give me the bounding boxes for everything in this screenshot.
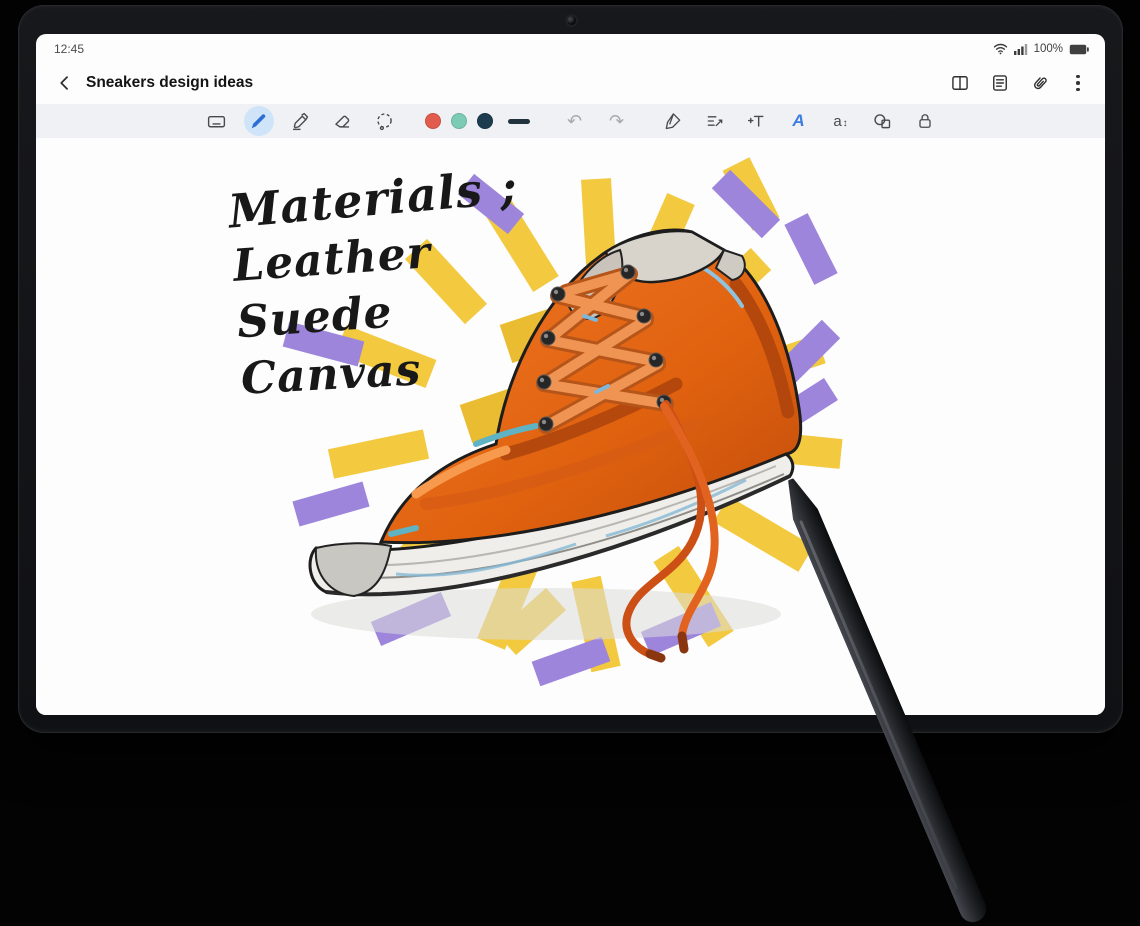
stroke-width-button[interactable] — [504, 106, 534, 136]
pen-icon — [251, 113, 266, 128]
convert-to-text-icon — [747, 115, 764, 127]
favorite-pens-button[interactable] — [658, 106, 688, 136]
battery-icon — [1069, 44, 1089, 55]
favorite-pens-icon — [665, 113, 680, 130]
auto-straighten-icon — [707, 116, 722, 127]
auto-straighten-button[interactable] — [700, 106, 730, 136]
color-swatch-navy[interactable] — [476, 113, 493, 129]
keyboard-icon — [207, 115, 226, 127]
undo-icon: ↶ — [566, 111, 583, 131]
appbar-actions — [945, 68, 1091, 98]
status-bar: 12:45 100% — [36, 34, 1105, 62]
shapes-icon — [874, 113, 891, 128]
eraser-tool-button[interactable] — [328, 106, 358, 136]
redo-button[interactable]: ↷ — [602, 106, 632, 136]
app-bar: Sneakers design ideas — [36, 62, 1105, 104]
paperclip-icon — [1034, 77, 1047, 90]
split-view-button[interactable] — [945, 68, 975, 98]
assist-a-icon: A — [792, 111, 805, 130]
highlighter-tool-button[interactable] — [286, 106, 316, 136]
pen-tool-button[interactable] — [243, 106, 274, 136]
attach-button[interactable] — [1025, 68, 1055, 98]
screen: 12:45 100% Sneakers design ideas ↶ ↷ A a… — [36, 34, 1105, 715]
redo-icon: ↷ — [608, 111, 625, 131]
battery-percent: 100% — [1033, 43, 1063, 55]
clock: 12:45 — [54, 42, 85, 56]
lock-icon — [918, 114, 931, 128]
lasso-tool-button[interactable] — [370, 106, 400, 136]
wifi-icon — [993, 43, 1008, 55]
page-list-icon — [993, 75, 1007, 91]
back-button[interactable] — [48, 66, 82, 100]
color-swatch-red[interactable] — [424, 113, 441, 129]
assist-button[interactable]: A — [784, 106, 814, 136]
signal-icon — [1013, 43, 1028, 55]
page-lock-button[interactable] — [910, 106, 940, 136]
lasso-icon — [377, 112, 392, 130]
front-camera — [567, 16, 576, 25]
page-list-button[interactable] — [985, 68, 1015, 98]
highlighter-icon — [293, 112, 309, 130]
stroke-width-icon — [507, 118, 530, 124]
keyboard-button[interactable] — [202, 106, 232, 136]
text-size-icon: a ↕ — [833, 112, 848, 130]
undo-button[interactable]: ↶ — [560, 106, 590, 136]
tablet-frame: 12:45 100% Sneakers design ideas ↶ ↷ A a… — [18, 5, 1123, 733]
handwriting-line-3: Suede — [235, 286, 395, 349]
convert-to-text-button[interactable] — [742, 106, 772, 136]
eraser-icon — [335, 115, 350, 128]
color-swatch-teal[interactable] — [450, 113, 467, 129]
text-size-button[interactable]: a ↕ — [826, 106, 856, 136]
split-view-icon — [952, 76, 968, 90]
note-title: Sneakers design ideas — [86, 74, 254, 91]
handwriting-line-4: Canvas — [239, 344, 423, 405]
shapes-button[interactable] — [868, 106, 898, 136]
more-button[interactable] — [1065, 68, 1091, 98]
drawing-toolbar: ↶ ↷ A a ↕ — [36, 104, 1105, 138]
note-canvas[interactable]: Materials ; Leather Suede Canvas — [36, 138, 1105, 715]
